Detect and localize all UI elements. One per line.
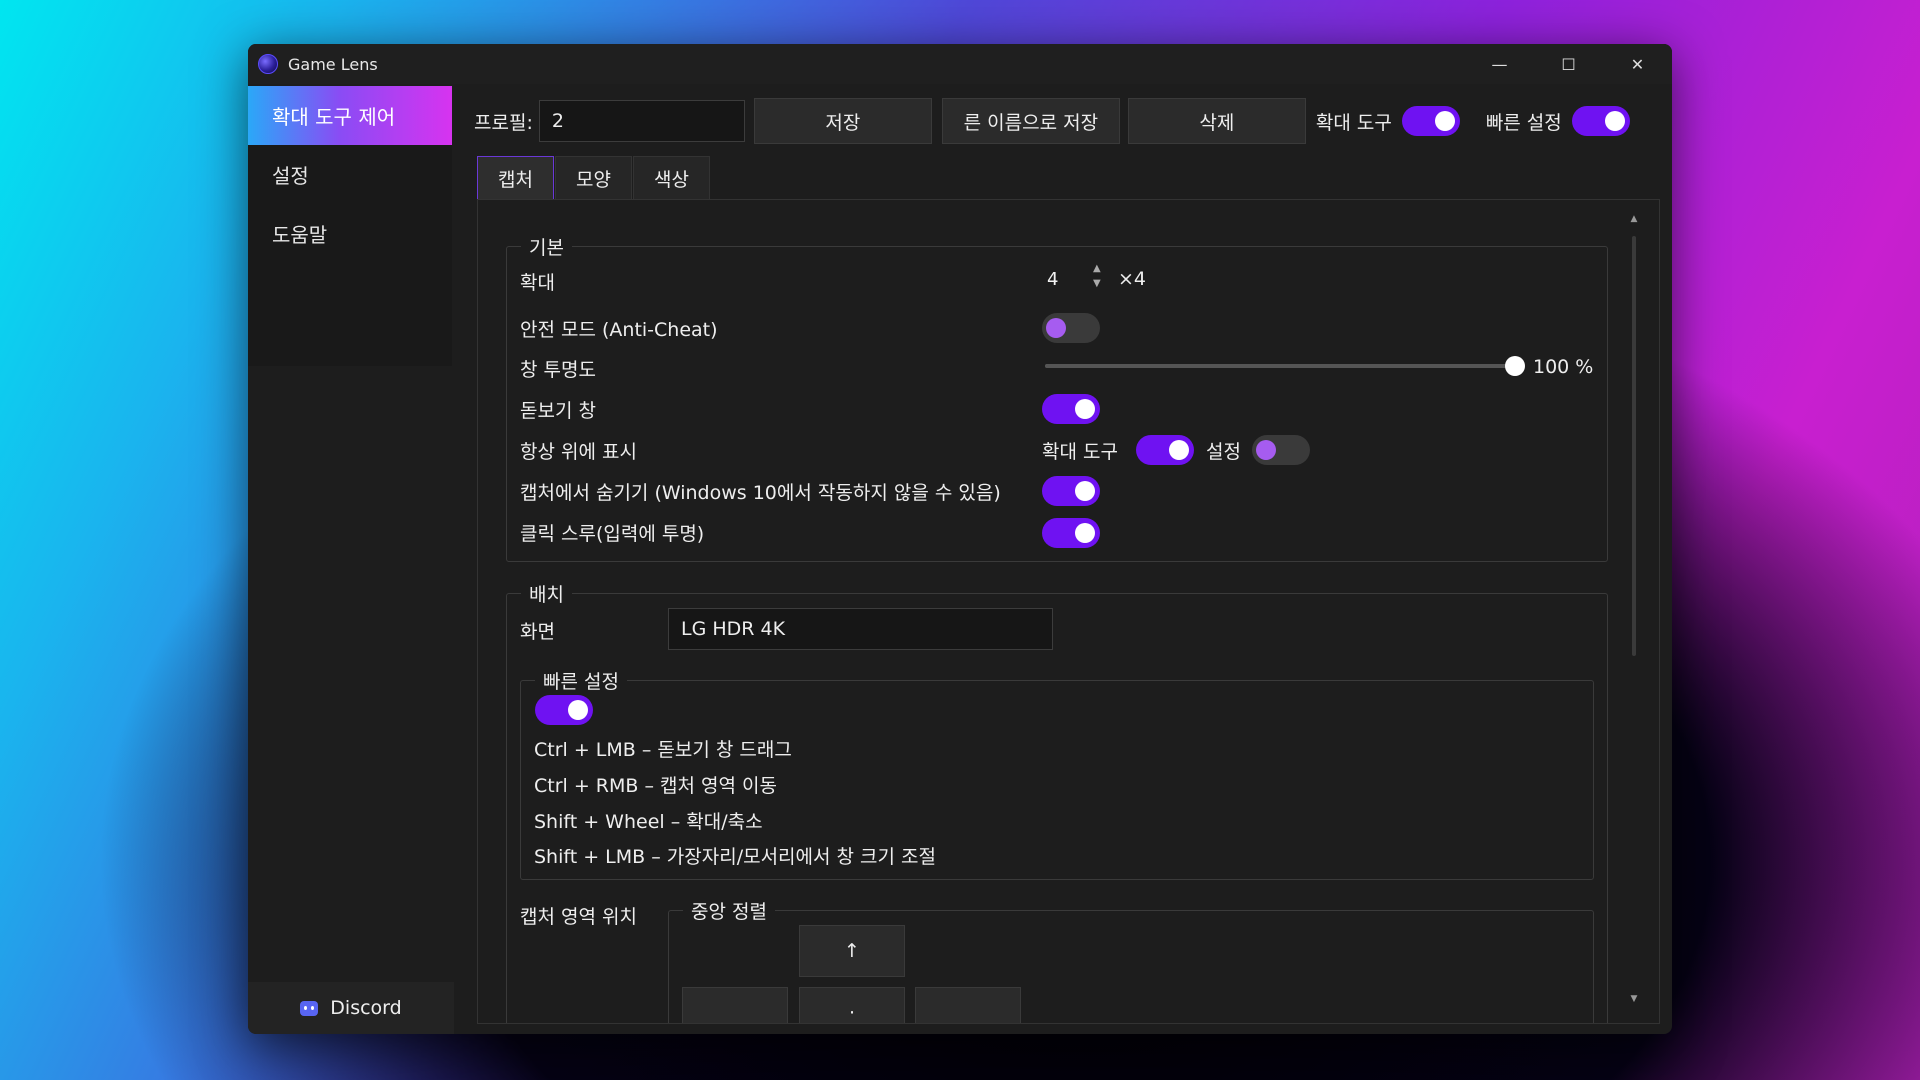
shortcut-item: Shift + Wheel – 확대/축소 [534, 811, 763, 833]
close-icon[interactable]: ✕ [1603, 44, 1672, 84]
maximize-icon[interactable]: ☐ [1534, 44, 1603, 84]
tab-color[interactable]: 색상 [633, 156, 710, 200]
scroll-up-icon[interactable]: ▲ [1626, 214, 1642, 224]
quick-settings-group: 빠른 설정 Ctrl + LMB – 돋보기 창 드래그 Ctrl + RMB … [520, 667, 1594, 880]
shortcut-item: Ctrl + RMB – 캡처 영역 이동 [534, 775, 777, 797]
sidebar-item-settings[interactable]: 설정 [248, 145, 452, 204]
window-controls: — ☐ ✕ [1465, 44, 1672, 84]
sidebar: 확대 도구 제어 설정 도움말 [248, 86, 452, 366]
zoom-suffix: ×4 [1118, 268, 1147, 290]
center-button[interactable]: · [799, 987, 905, 1023]
aot-magnifier-toggle[interactable] [1136, 435, 1194, 465]
click-through-toggle[interactable] [1042, 518, 1100, 548]
opacity-label: 창 투명도 [520, 359, 596, 381]
opacity-value: 100 % [1533, 356, 1594, 378]
app-window: Game Lens — ☐ ✕ 확대 도구 제어 설정 도움말 Discord … [248, 44, 1672, 1034]
align-group-title: 중앙 정렬 [683, 897, 775, 924]
lens-window-toggle[interactable] [1042, 394, 1100, 424]
move-up-button[interactable]: ↑ [799, 925, 905, 977]
screen-label: 화면 [520, 621, 555, 643]
discord-label: Discord [330, 997, 402, 1019]
zoom-stepper[interactable]: 4 ▲ ▼ [1043, 263, 1103, 296]
scrollbar-thumb[interactable] [1632, 236, 1636, 656]
shortcut-item: Shift + LMB – 가장자리/모서리에서 창 크기 조절 [534, 846, 937, 868]
save-as-button[interactable]: 른 이름으로 저장 [941, 98, 1120, 144]
basic-group-title: 기본 [521, 233, 572, 260]
hide-capture-label: 캡처에서 숨기기 (Windows 10에서 작동하지 않을 수 있음) [520, 482, 1001, 504]
hide-capture-toggle[interactable] [1042, 476, 1100, 506]
magnifier-toggle-label: 확대 도구 [1315, 111, 1392, 134]
zoom-value: 4 [1047, 269, 1059, 290]
title-bar[interactable]: Game Lens — ☐ ✕ [248, 44, 1672, 84]
app-logo-icon [258, 54, 278, 74]
sidebar-item-help[interactable]: 도움말 [248, 204, 452, 263]
save-button[interactable]: 저장 [753, 98, 932, 144]
always-on-top-label: 항상 위에 표시 [520, 441, 637, 463]
scroll-down-icon[interactable]: ▼ [1626, 994, 1642, 1004]
discord-button[interactable]: Discord [248, 982, 454, 1034]
placement-group: 배치 화면 빠른 설정 Ctrl + LMB – 돋보기 창 드래그 Ctrl … [506, 580, 1608, 1023]
move-left-button[interactable] [682, 987, 788, 1023]
quick-settings-toggle[interactable] [1571, 106, 1630, 136]
zoom-down-icon[interactable]: ▼ [1093, 278, 1101, 289]
shortcut-item: Ctrl + LMB – 돋보기 창 드래그 [534, 739, 792, 761]
tab-capture[interactable]: 캡처 [477, 156, 554, 200]
tab-shape[interactable]: 모양 [555, 156, 632, 200]
aot-settings-label: 설정 [1206, 441, 1241, 463]
profile-label: 프로필: [474, 111, 533, 134]
opacity-slider-thumb[interactable] [1505, 356, 1525, 376]
opacity-slider[interactable] [1045, 356, 1525, 376]
zoom-label: 확대 [520, 272, 555, 294]
delete-button[interactable]: 삭제 [1127, 98, 1306, 144]
aot-settings-toggle[interactable] [1252, 435, 1310, 465]
profile-input[interactable] [538, 100, 745, 142]
align-group: 중앙 정렬 ↑ · [668, 897, 1594, 1023]
click-through-label: 클릭 스루(입력에 투명) [520, 523, 705, 545]
safe-mode-toggle[interactable] [1042, 313, 1100, 343]
window-title: Game Lens [288, 54, 378, 74]
opacity-slider-fill [1045, 364, 1515, 368]
magnifier-toggle[interactable] [1401, 106, 1460, 136]
quick-settings-enable-toggle[interactable] [535, 695, 593, 725]
basic-group: 기본 확대 4 ▲ ▼ ×4 안전 모드 (Anti-Cheat) 창 투명도 … [506, 233, 1608, 562]
move-right-button[interactable] [915, 987, 1021, 1023]
lens-window-label: 돋보기 창 [520, 400, 596, 422]
zoom-up-icon[interactable]: ▲ [1093, 263, 1101, 274]
capture-position-label: 캡처 영역 위치 [520, 906, 637, 928]
tab-bar: 캡처 모양 색상 [477, 156, 711, 200]
placement-group-title: 배치 [521, 580, 572, 607]
aot-magnifier-label: 확대 도구 [1042, 441, 1118, 463]
vertical-scrollbar[interactable]: ▲ ▼ [1626, 214, 1642, 1009]
quick-settings-group-title: 빠른 설정 [535, 667, 627, 694]
sidebar-item-magnifier-control[interactable]: 확대 도구 제어 [248, 86, 452, 145]
capture-panel: 기본 확대 4 ▲ ▼ ×4 안전 모드 (Anti-Cheat) 창 투명도 … [477, 199, 1660, 1024]
quick-settings-toggle-label: 빠른 설정 [1485, 111, 1562, 134]
profile-toolbar: 프로필: 저장 른 이름으로 저장 삭제 확대 도구 빠른 설정 [474, 98, 1630, 144]
safe-mode-label: 안전 모드 (Anti-Cheat) [520, 319, 718, 341]
screen-field[interactable] [668, 608, 1053, 650]
minimize-icon[interactable]: — [1465, 44, 1534, 84]
discord-icon [300, 1000, 319, 1016]
